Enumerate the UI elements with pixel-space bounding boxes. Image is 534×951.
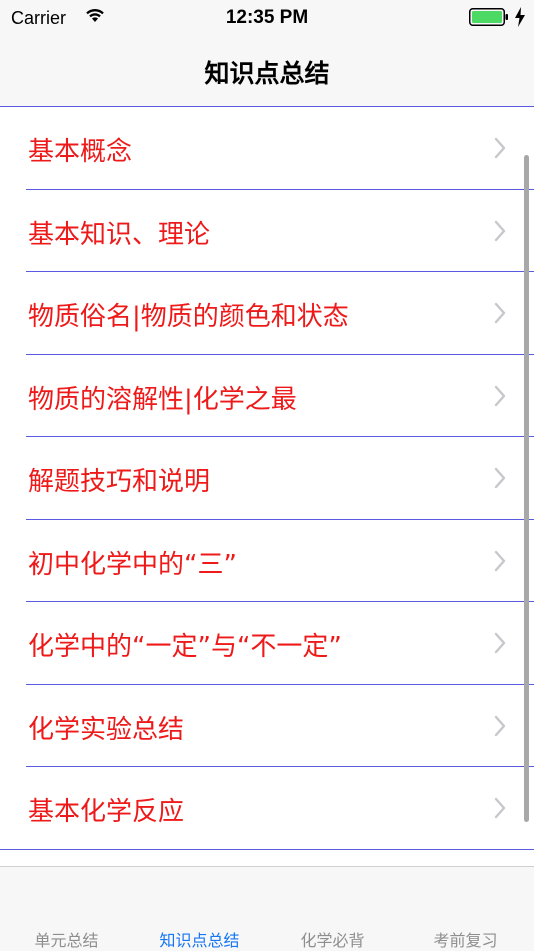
- list-item[interactable]: 初中化学中的“三”: [26, 520, 534, 602]
- topic-list: 基本概念 基本知识、理论 物质俗名|物质的颜色和状态 物质的溶解性|化学之最 解…: [0, 107, 534, 850]
- list-item-label: 物质的溶解性|化学之最: [28, 384, 297, 415]
- list-item[interactable]: 基本知识、理论: [26, 190, 534, 272]
- chevron-right-icon: [494, 220, 506, 241]
- list-item[interactable]: 化学实验总结: [26, 685, 534, 767]
- chevron-right-icon: [494, 467, 506, 489]
- tab-chemistry-essentials[interactable]: 化学必背: [266, 927, 399, 951]
- list-item[interactable]: 物质的溶解性|化学之最: [26, 355, 534, 437]
- status-time: 12:35 PM: [225, 7, 309, 28]
- tab-bar: 单元总结 知识点总结 化学必背 考前复习: [0, 866, 534, 951]
- list-item-label: 化学实验总结: [28, 714, 185, 745]
- list-item[interactable]: 化学中的“一定”与“不一定”: [26, 602, 534, 685]
- list-item-label: 基本知识、理论: [28, 219, 211, 250]
- navigation-bar: 知识点总结: [0, 40, 534, 107]
- tab-knowledge-summary[interactable]: 知识点总结: [133, 927, 266, 951]
- page-title: 知识点总结: [204, 59, 330, 88]
- chevron-right-icon: [494, 550, 506, 571]
- tab-unit-summary[interactable]: 单元总结: [0, 927, 133, 951]
- battery-icon: [469, 8, 508, 26]
- chevron-right-icon: [494, 715, 506, 736]
- charging-bolt-icon: [515, 7, 525, 27]
- list-item-label: 基本化学反应: [28, 797, 185, 827]
- list-item-label: 化学中的“一定”与“不一定”: [28, 632, 342, 662]
- list-item[interactable]: 基本概念: [26, 107, 534, 190]
- list-item[interactable]: 解题技巧和说明: [26, 437, 534, 520]
- scroll-indicator[interactable]: [524, 155, 529, 822]
- list-item-label: 物质俗名|物质的颜色和状态: [28, 302, 349, 332]
- status-bar: Carrier 12:35 PM: [0, 0, 534, 40]
- list-item-label: 基本概念: [28, 137, 133, 167]
- list-item[interactable]: 物质俗名|物质的颜色和状态: [26, 272, 534, 355]
- chevron-right-icon: [494, 797, 506, 819]
- chevron-right-icon: [494, 302, 506, 324]
- list-item-label: 解题技巧和说明: [28, 467, 211, 497]
- chevron-right-icon: [494, 385, 506, 406]
- chevron-right-icon: [494, 632, 506, 654]
- tab-exam-review[interactable]: 考前复习: [399, 927, 532, 951]
- list-item-label: 初中化学中的“三”: [28, 549, 237, 580]
- chevron-right-icon: [494, 137, 506, 159]
- list-item[interactable]: 基本化学反应: [0, 767, 534, 850]
